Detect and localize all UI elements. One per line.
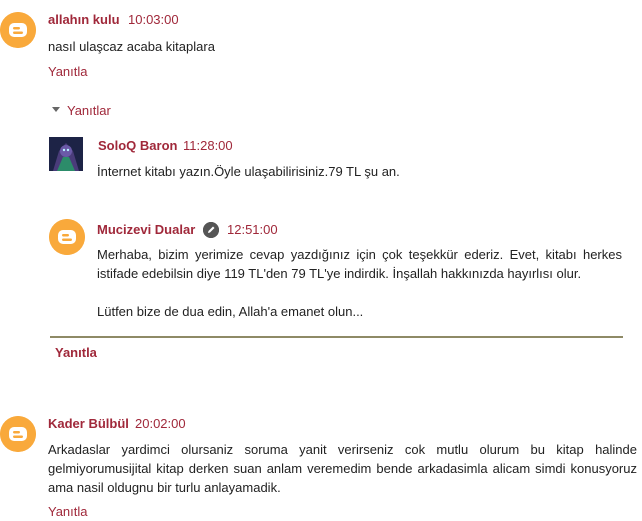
avatar (0, 12, 36, 48)
reply-timestamp[interactable]: 12:51:00 (227, 222, 278, 237)
blogger-icon (49, 219, 85, 255)
replies-toggle-label: Yanıtlar (67, 103, 111, 118)
reply-link[interactable]: Yanıtla (48, 64, 88, 79)
pencil-icon (203, 222, 219, 238)
reply-text: Merhaba, bizim yerimize cevap yazdığınız… (97, 247, 622, 281)
reply-text: İnternet kitabı yazın.Öyle ulaşabilirisi… (97, 164, 400, 179)
comment-author[interactable]: allahın kulu (48, 12, 120, 27)
reply-text: Lütfen bize de dua edin, Allah'a emanet … (97, 304, 364, 319)
reply-author[interactable]: SoloQ Baron (98, 138, 177, 153)
blogger-icon (0, 416, 36, 452)
avatar (49, 137, 83, 171)
comment-text: nasıl ulaşcaz acaba kitaplara (48, 39, 215, 54)
caret-down-icon (52, 107, 60, 113)
reply-link[interactable]: Yanıtla (48, 504, 88, 519)
reply-link[interactable]: Yanıtla (55, 345, 97, 360)
blogger-icon (0, 12, 36, 48)
comment-timestamp[interactable]: 10:03:00 (128, 12, 179, 27)
comment-timestamp[interactable]: 20:02:00 (135, 416, 186, 431)
comment-text: Arkadaslar yardimci olursaniz soruma yan… (48, 442, 637, 495)
avatar (49, 219, 85, 255)
reply-author[interactable]: Mucizevi Dualar (97, 222, 195, 237)
comment-author[interactable]: Kader Bülbül (48, 416, 129, 431)
avatar (0, 416, 36, 452)
replies-toggle[interactable]: Yanıtlar (52, 103, 111, 118)
divider (50, 336, 623, 338)
reply-timestamp[interactable]: 11:28:00 (183, 138, 233, 153)
